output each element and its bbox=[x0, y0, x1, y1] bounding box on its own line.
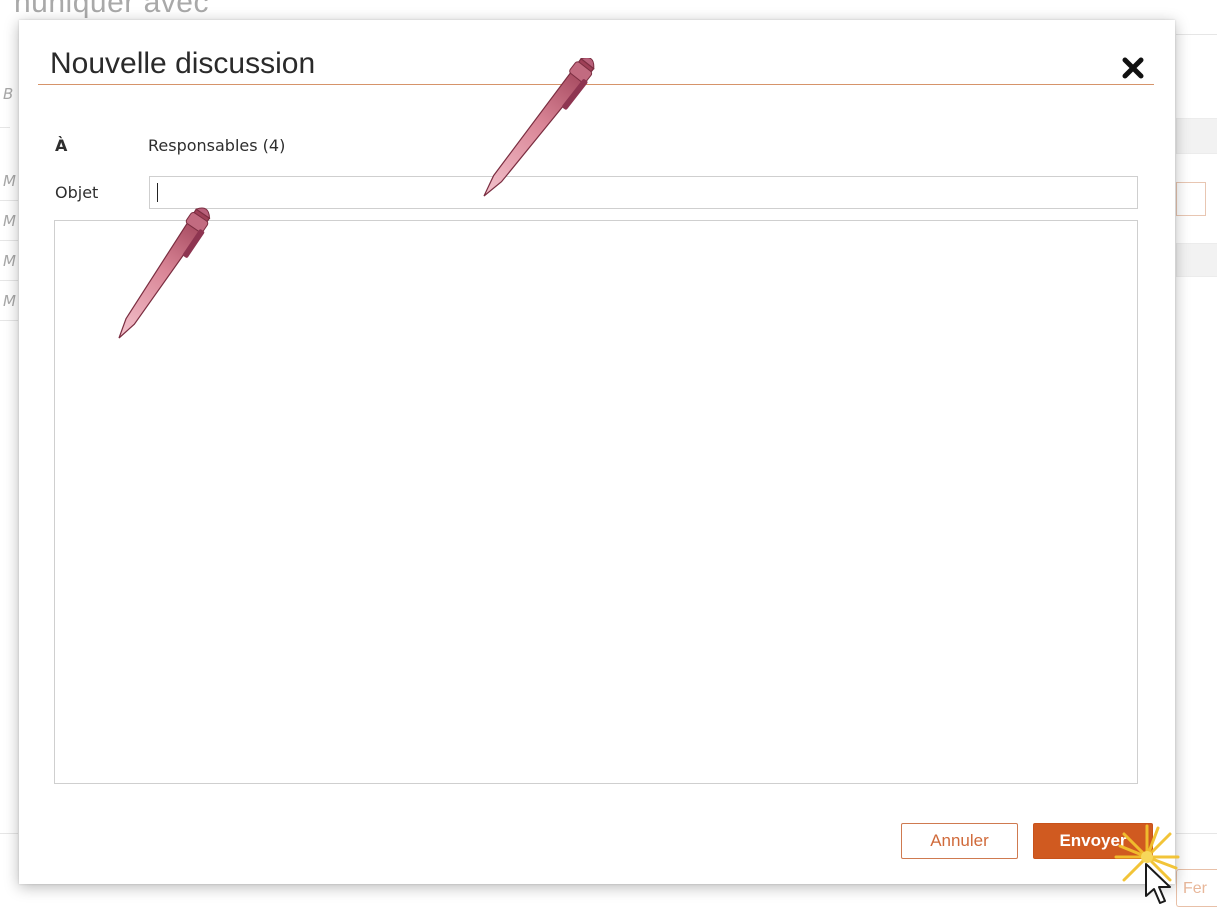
cancel-button[interactable]: Annuler bbox=[901, 823, 1018, 859]
close-icon-glyph bbox=[1122, 57, 1144, 79]
background-divider bbox=[0, 240, 18, 241]
background-row-letter: M bbox=[3, 172, 16, 190]
to-label: À bbox=[55, 136, 68, 155]
background-close-button: Fer bbox=[1176, 869, 1217, 907]
background-divider bbox=[1176, 833, 1217, 834]
background-field bbox=[1176, 243, 1217, 277]
background-field bbox=[1176, 182, 1206, 216]
background-row-letter: M bbox=[3, 212, 16, 230]
subject-label: Objet bbox=[55, 183, 99, 202]
background-divider bbox=[0, 127, 10, 128]
background-side-letter: B bbox=[3, 85, 14, 103]
background-field bbox=[1176, 118, 1217, 154]
text-caret bbox=[157, 183, 158, 202]
background-divider bbox=[0, 200, 18, 201]
background-row-letter: M bbox=[3, 292, 16, 310]
background-divider bbox=[0, 280, 18, 281]
background-divider bbox=[0, 833, 18, 834]
close-icon[interactable] bbox=[1122, 57, 1144, 79]
message-body-textarea[interactable] bbox=[54, 220, 1138, 784]
title-divider bbox=[38, 84, 1154, 85]
new-discussion-dialog: Nouvelle discussion À Responsables (4) O… bbox=[19, 20, 1175, 884]
subject-input[interactable] bbox=[149, 176, 1138, 209]
send-button[interactable]: Envoyer bbox=[1033, 823, 1153, 859]
background-heading: nuniquer avec bbox=[14, 0, 209, 19]
dialog-title: Nouvelle discussion bbox=[50, 47, 316, 80]
background-divider bbox=[1176, 34, 1217, 35]
background-row-letter: M bbox=[3, 252, 16, 270]
background-divider bbox=[0, 320, 18, 321]
recipients-value: Responsables (4) bbox=[148, 136, 286, 155]
